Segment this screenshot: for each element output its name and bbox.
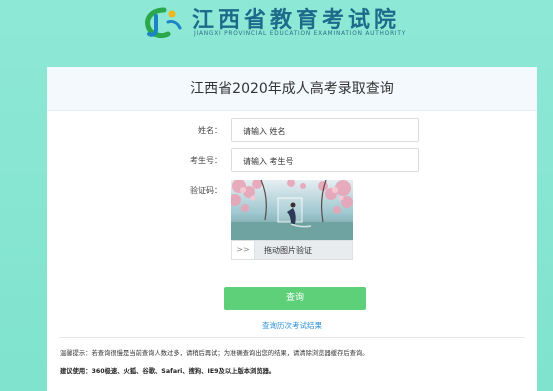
name-label: 姓名： <box>198 126 222 135</box>
logo-icon <box>145 7 182 39</box>
query-card: 江西省2020年成人高考录取查询 姓名： 考生号： 验证码： <box>47 67 537 391</box>
name-field-box <box>231 118 419 143</box>
exam-no-label: 考生号： <box>190 156 222 165</box>
slider-hint: 拖动图片验证 <box>264 246 312 255</box>
logo-subtitle: JIANGXI PROVINCIAL EDUCATION EXAMINATION… <box>194 31 407 37</box>
divider <box>59 337 525 338</box>
captcha-label: 验证码： <box>190 186 222 195</box>
exam-no-input[interactable] <box>232 150 418 173</box>
logo-text: 江西省教育考试院 <box>192 7 401 33</box>
name-input[interactable] <box>232 120 418 143</box>
slider-handle[interactable]: >> <box>232 241 255 259</box>
exam-no-field-box <box>231 148 419 173</box>
page-title: 江西省2020年成人高考录取查询 <box>190 81 394 97</box>
browser-suggestion: 建议使用：360极速、火狐、谷歌、Safari、搜狗、IE9及以上版本浏览器。 <box>60 368 276 375</box>
history-link[interactable]: 查询历次考试结果 <box>47 320 537 331</box>
slider-captcha[interactable]: >> 拖动图片验证 <box>231 240 353 260</box>
submit-button[interactable]: 查询 <box>224 287 366 310</box>
site-header: 江西省教育考试院 JIANGXI PROVINCIAL EDUCATION EX… <box>0 0 553 44</box>
captcha-image <box>231 180 353 240</box>
tip-text: 温馨提示：若查询很慢是当前查询人数过多，请稍后再试；为准确查询出您的结果，请清除… <box>60 350 369 357</box>
card-header: 江西省2020年成人高考录取查询 <box>47 67 537 111</box>
